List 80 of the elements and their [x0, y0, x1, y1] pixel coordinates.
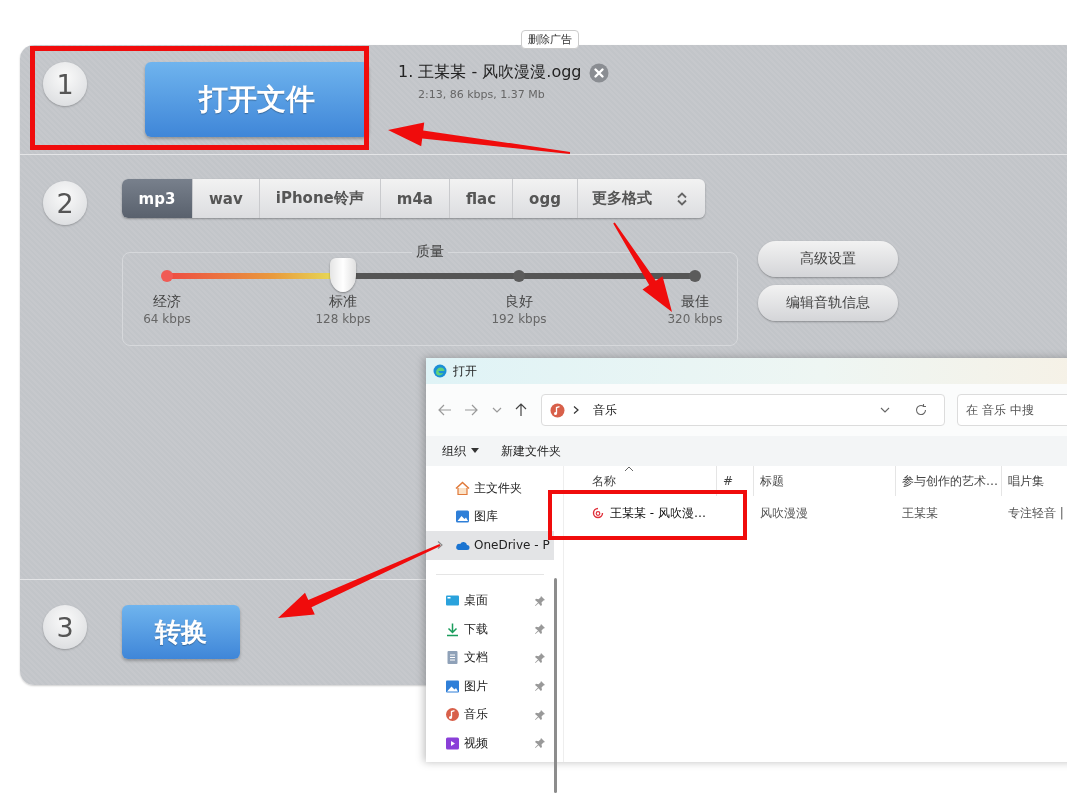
column-header[interactable]: 唱片集 [1002, 466, 1067, 496]
column-header[interactable]: 标题 [754, 466, 896, 496]
quality-label: 标准 [328, 293, 358, 311]
scrollbar[interactable] [554, 578, 557, 793]
slider-thumb[interactable] [329, 258, 356, 292]
up-icon[interactable] [513, 402, 529, 418]
search-field[interactable]: 在 音乐 中搜 [957, 394, 1067, 426]
format-tab[interactable]: mp3 [122, 179, 193, 218]
address-bar[interactable]: 音乐 [541, 394, 945, 426]
quality-label: 良好 [504, 293, 534, 311]
file-info: 2:13, 86 kbps, 1.37 Mb [418, 88, 546, 101]
refresh-icon[interactable] [914, 403, 928, 417]
picture-frame-icon [445, 678, 460, 694]
expand-chevron-icon[interactable] [436, 540, 444, 551]
format-tab[interactable]: ogg [513, 179, 578, 218]
settings-button[interactable]: 编辑音轨信息 [758, 285, 898, 321]
navigation-item[interactable]: 桌面 [426, 586, 554, 615]
format-tab[interactable]: wav [193, 179, 260, 218]
slider-stop [513, 270, 525, 282]
breadcrumb-chevron-icon [572, 405, 580, 415]
pin-icon[interactable] [534, 651, 546, 664]
navigation-item[interactable]: 图库 [426, 502, 554, 531]
remove-icon[interactable] [589, 62, 610, 83]
navigation-item[interactable]: OneDrive - P [426, 531, 554, 560]
slider-stop [161, 270, 173, 282]
pin-icon[interactable] [534, 680, 546, 693]
home-icon [455, 480, 470, 496]
pin-icon[interactable] [534, 708, 546, 721]
pin-icon[interactable] [534, 623, 546, 636]
pin-icon[interactable] [534, 737, 546, 750]
step-number: 1 [43, 62, 87, 106]
table-cell-text: 风吹漫漫 [759, 504, 809, 522]
navigation-item[interactable]: 音乐 [426, 700, 554, 729]
audio-file-icon [592, 507, 604, 519]
navigation-item[interactable]: 下载 [426, 615, 554, 644]
bitrate-label: 192 kbps [490, 312, 548, 326]
app-icon [433, 364, 447, 378]
table-cell-text: 王某某 [901, 504, 939, 522]
window-title: 打开 [453, 362, 477, 380]
column-header[interactable]: 参与创作的艺术… [896, 466, 1002, 496]
settings-button[interactable]: 高级设置 [758, 241, 898, 277]
file-name: 1. 王某某 - 风吹漫漫.ogg [398, 62, 582, 83]
table-cell-text: 专注轻音 | [1007, 504, 1065, 522]
quality-legend: 质量 [412, 243, 448, 261]
step-number: 2 [43, 181, 87, 225]
video-icon [445, 735, 460, 751]
slider-stop [689, 270, 701, 282]
pin-icon[interactable] [534, 594, 546, 607]
format-tab[interactable]: m4a [380, 179, 450, 218]
quality-label: 最佳 [680, 293, 710, 311]
bitrate-label: 320 kbps [666, 312, 724, 326]
file-name-cell[interactable]: 王某某 - 风吹漫… [572, 504, 717, 522]
music-icon [445, 707, 460, 723]
column-header[interactable]: 名称 [572, 466, 717, 496]
picture-frame-icon [455, 509, 470, 525]
address-path: 音乐 [593, 401, 617, 419]
document-icon [445, 650, 460, 666]
remove-ads-button[interactable]: 删除广告 [521, 30, 579, 49]
desktop-icon [445, 593, 460, 609]
forward-icon[interactable] [463, 402, 479, 418]
organize-menu[interactable]: 组织 [442, 442, 479, 460]
quality-label: 经济 [152, 293, 182, 311]
column-header[interactable]: # [717, 466, 754, 496]
navigation-item[interactable]: 主文件夹 [426, 474, 554, 503]
format-tab[interactable]: flac [449, 179, 514, 218]
navigation-item[interactable]: 文档 [426, 643, 554, 672]
music-icon [550, 402, 565, 418]
caret-icon [471, 448, 479, 454]
sort-caret-icon [624, 466, 634, 472]
navigation-item[interactable]: 视频 [426, 729, 554, 758]
bitrate-label: 64 kbps [142, 312, 192, 326]
more-formats-dropdown[interactable]: 更多格式 [577, 179, 705, 218]
back-icon[interactable] [437, 402, 453, 418]
format-tab[interactable]: iPhone铃声 [259, 179, 381, 218]
download-icon [445, 621, 460, 637]
navigation-item[interactable]: 图片 [426, 672, 554, 701]
up-down-icon [677, 191, 687, 206]
bitrate-label: 128 kbps [314, 312, 372, 326]
step-number: 3 [43, 605, 87, 649]
new-folder-button[interactable]: 新建文件夹 [501, 442, 561, 460]
